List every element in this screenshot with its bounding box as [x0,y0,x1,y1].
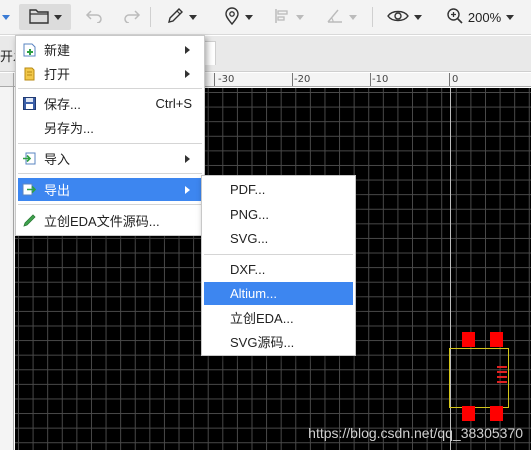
footprint-pad[interactable] [490,406,503,421]
draw-tool-button[interactable] [160,4,202,30]
menu-item-label: 另存为... [44,121,94,136]
redo-icon [123,9,141,26]
file-menu: 新建 打开 保存... Ctrl+S 另存为... 导入 导出 立创EDA文件源… [15,35,205,236]
submenu-item-png[interactable]: PNG... [204,203,353,226]
shortcut-label: Ctrl+S [155,96,192,111]
footprint-pad[interactable] [462,406,475,421]
submenu-item-altium[interactable]: Altium... [204,282,353,305]
submenu-item-svg-source[interactable]: SVG源码... [204,330,353,353]
import-icon [22,152,36,166]
pin-marker [497,376,507,378]
view-tool-button[interactable] [382,4,426,30]
menu-item-label: SVG源码... [230,335,295,350]
chevron-down-icon [53,14,62,20]
menu-item-label: SVG... [230,231,269,246]
chevron-down-icon [348,14,357,20]
ruler-label: -20 [294,74,311,85]
menu-item-export[interactable]: 导出 [18,178,202,201]
menu-item-label: Altium... [230,286,277,301]
ruler-corner [0,73,14,87]
eye-icon [386,9,409,26]
left-caret-button[interactable] [0,4,10,30]
vertical-ruler [0,87,14,450]
menu-divider [204,254,353,255]
redo-button[interactable] [120,4,144,30]
menu-item-open[interactable]: 打开 [18,62,202,85]
ruler-label: -10 [372,74,389,85]
menu-item-label: 保存... [44,97,81,112]
place-tool-button[interactable] [218,4,258,30]
chevron-down-icon [244,14,253,20]
ruler-label: -30 [218,74,235,85]
submenu-item-easyeda[interactable]: 立创EDA... [204,306,353,329]
chevron-down-icon [506,14,515,20]
ruler-tick [370,73,371,86]
chevron-down-icon [2,14,10,20]
zoom-level: 200% [467,9,502,25]
zoom-button[interactable]: 200% [440,4,520,30]
open-folder-icon [22,67,36,81]
footprint-outline[interactable] [449,348,509,408]
align-tool-button[interactable] [267,4,309,30]
menu-item-source[interactable]: 立创EDA文件源码... [18,209,202,232]
menu-item-label: 打开 [44,67,71,82]
footprint-pad[interactable] [490,332,503,347]
submenu-arrow-icon [185,45,190,54]
menu-item-label: 立创EDA... [230,311,294,326]
pencil-icon [166,7,184,28]
pin-marker [497,381,507,383]
menu-divider [18,88,202,89]
submenu-item-svg[interactable]: SVG... [204,227,353,250]
menu-divider [18,204,202,205]
chevron-down-icon [413,14,422,20]
toolbar: 200% [0,0,531,35]
submenu-arrow-icon [185,185,190,194]
ruler-tick [214,73,215,86]
watermark: https://blog.csdn.net/qq_38305370 [308,425,523,441]
footprint-pad[interactable] [462,332,475,347]
submenu-arrow-icon [185,69,190,78]
export-icon [22,183,36,197]
save-disk-icon [22,97,36,111]
menu-item-label: 新建 [44,43,71,58]
menu-item-label: 导入 [44,152,71,167]
ruler-tick [449,73,450,86]
submenu-arrow-icon [185,154,190,163]
toolbar-divider [372,7,373,27]
menu-item-new[interactable]: 新建 [18,38,202,61]
chevron-down-icon [295,14,304,20]
export-submenu: PDF... PNG... SVG... DXF... Altium... 立创… [201,175,356,356]
blank-icon [22,121,36,135]
menu-item-import[interactable]: 导入 [18,147,202,170]
align-icon [273,7,291,28]
pencil-icon [22,214,36,228]
angle-tool-button[interactable] [320,4,362,30]
undo-button[interactable] [82,4,106,30]
menu-item-save[interactable]: 保存... Ctrl+S [18,92,202,115]
zoom-in-icon [446,7,464,28]
ruler-label: 0 [452,74,459,85]
menu-item-label: 立创EDA文件源码... [44,214,160,229]
toolbar-divider [150,7,151,27]
folder-icon [28,8,49,27]
file-menu-button[interactable] [19,4,71,30]
menu-divider [18,143,202,144]
new-file-icon [22,43,36,57]
menu-item-save-as[interactable]: 另存为... [18,116,202,139]
menu-item-label: PNG... [230,207,270,222]
location-pin-icon [224,6,240,28]
menu-item-label: 导出 [44,183,71,198]
angle-icon [326,7,344,28]
menu-item-label: PDF... [230,182,266,197]
chevron-down-icon [188,14,197,20]
submenu-item-pdf[interactable]: PDF... [204,178,353,201]
menu-item-label: DXF... [230,262,266,277]
submenu-item-dxf[interactable]: DXF... [204,258,353,281]
ruler-tick [292,73,293,86]
pin-marker [497,366,507,368]
menu-divider [18,173,202,174]
pin-marker [497,371,507,373]
undo-icon [85,9,103,26]
